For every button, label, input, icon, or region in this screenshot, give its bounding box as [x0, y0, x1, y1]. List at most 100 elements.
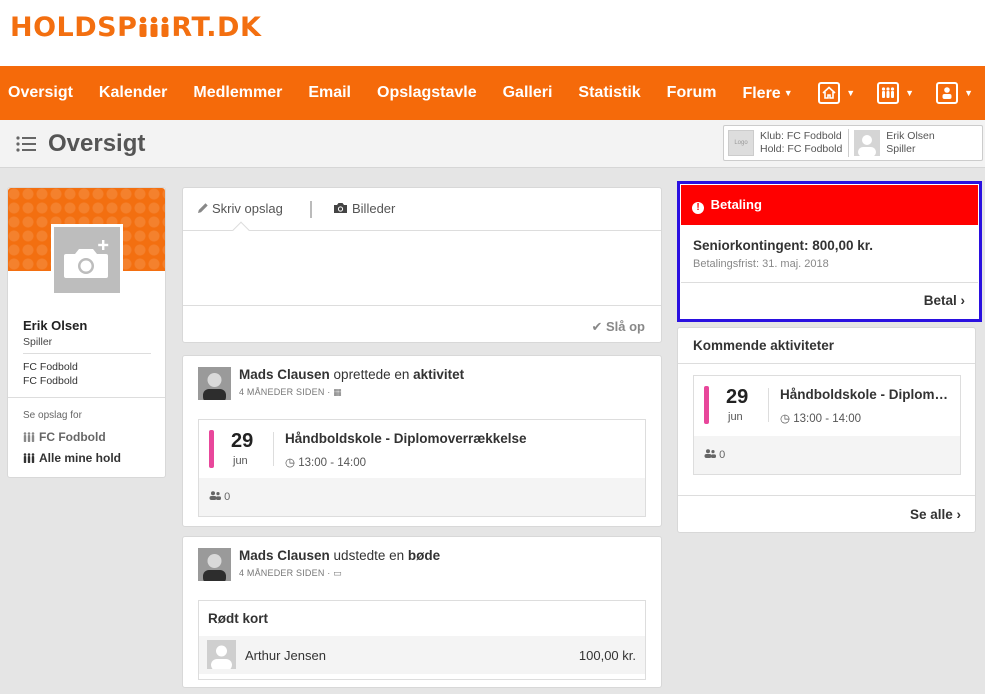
club-line: Klub: FC Fodbold: [760, 130, 842, 142]
upcoming-activity-item[interactable]: 29 jun Håndboldskole - Diplomo... ◷ 13:0…: [693, 375, 961, 475]
author-name[interactable]: Mads Clausen: [239, 367, 330, 382]
nav-item-flere[interactable]: Flere ▼: [729, 66, 805, 120]
feed-object[interactable]: bøde: [408, 548, 440, 563]
divider: [768, 388, 769, 422]
user-menu-button[interactable]: ▼: [936, 82, 973, 104]
tab-images[interactable]: Billeder: [333, 201, 395, 216]
top-bar: HOLDSP RT.DK: [0, 0, 985, 66]
payment-card: ! Betaling Seniorkontingent: 800,00 kr. …: [677, 181, 982, 322]
profile-photo-upload[interactable]: [51, 224, 123, 296]
nav-item-email[interactable]: Email: [295, 66, 364, 120]
feed-meta: 4 MÅNEDER SIDEN · ▦: [239, 387, 342, 397]
page-header: Oversigt Logo Klub: FC Fodbold Hold: FC …: [0, 120, 985, 168]
context-user-name: Erik Olsen: [886, 130, 935, 142]
fined-person-name: Arthur Jensen: [245, 648, 326, 663]
author-avatar[interactable]: [198, 548, 231, 581]
people-icon: [704, 449, 716, 458]
divider: [23, 353, 151, 354]
profile-club: FC Fodbold: [23, 361, 78, 373]
logo-text-start: HOLDSP: [10, 12, 138, 43]
activity-box[interactable]: 29 jun Håndboldskole - Diplomoverrækkels…: [198, 419, 646, 517]
people-icon: [209, 491, 221, 500]
fine-row: Arthur Jensen 100,00 kr.: [199, 636, 645, 674]
payment-header: ! Betaling: [681, 185, 978, 225]
see-all-label: Se alle: [909, 507, 953, 522]
activity-color-bar: [209, 430, 214, 468]
tab-divider: [310, 201, 312, 218]
participants-count: 0: [209, 491, 230, 503]
context-user-info: Erik Olsen Spiller: [886, 130, 934, 156]
author-name[interactable]: Mads Clausen: [239, 548, 330, 563]
activity-color-bar: [704, 386, 709, 424]
nav-item-statistik[interactable]: Statistik: [565, 66, 653, 120]
main-nav: Oversigt Kalender Medlemmer Email Opslag…: [0, 66, 985, 120]
feed-title: Mads Clausen oprettede en aktivitet: [239, 367, 464, 382]
camera-add-icon: [64, 240, 109, 278]
tab-images-label: Billeder: [352, 201, 396, 216]
post-textarea[interactable]: [183, 231, 661, 305]
feed-object[interactable]: aktivitet: [413, 367, 464, 382]
fine-title: Rødt kort: [208, 611, 268, 626]
nav-right-icons: ▼ ▼ ▼: [796, 66, 973, 120]
holdsport-logo[interactable]: HOLDSP RT.DK: [10, 12, 261, 43]
nav-item-opslagstavle[interactable]: Opslagstavle: [364, 66, 490, 120]
team-menu-button[interactable]: ▼: [877, 82, 914, 104]
feed-item-fine: Mads Clausen udstedte en bøde 4 MÅNEDER …: [182, 536, 662, 688]
check-icon: ✔: [591, 319, 603, 334]
tab-write-label: Skriv opslag: [212, 201, 283, 216]
author-avatar[interactable]: [198, 367, 231, 400]
participants-value: 0: [719, 449, 726, 461]
context-user-role: Spiller: [886, 143, 916, 155]
activity-footer: 0: [694, 436, 960, 474]
nav-item-galleri[interactable]: Galleri: [490, 66, 566, 120]
payment-due-date: Betalingsfrist: 31. maj. 2018: [693, 258, 829, 270]
activity-time-label: 13:00 - 14:00: [298, 457, 367, 469]
nav-item-kalender[interactable]: Kalender: [86, 66, 180, 120]
upcoming-header: Kommende aktiviteter: [693, 338, 835, 353]
participants-value: 0: [224, 491, 231, 503]
feed-time: 4 MÅNEDER SIDEN: [239, 387, 325, 397]
post-button-label: Slå op: [605, 319, 645, 334]
club-logo: Logo: [728, 130, 754, 156]
feed-meta: 4 MÅNEDER SIDEN · ▭: [239, 568, 342, 578]
profile-name: Erik Olsen: [23, 318, 88, 333]
feed-action: udstedte en: [333, 548, 405, 563]
page-title: Oversigt: [48, 130, 146, 157]
profile-team: FC Fodbold: [23, 375, 78, 387]
activity-month: jun: [728, 411, 743, 423]
upcoming-activities-card: Kommende aktiviteter 29 jun Håndboldskol…: [677, 327, 976, 533]
pencil-icon: [198, 203, 208, 213]
pay-button[interactable]: Betal ›: [924, 293, 965, 308]
post-button[interactable]: ✔ Slå op: [591, 319, 645, 335]
fine-box[interactable]: Rødt kort Arthur Jensen 100,00 kr.: [198, 600, 646, 680]
nav-item-medlemmer[interactable]: Medlemmer: [180, 66, 295, 120]
tab-write-post[interactable]: Skriv opslag: [197, 201, 283, 216]
context-switcher[interactable]: Logo Klub: FC Fodbold Hold: FC Fodbold E…: [723, 125, 983, 161]
nav-item-forum[interactable]: Forum: [654, 66, 730, 120]
see-all-button[interactable]: Se alle ›: [910, 507, 961, 522]
nav-flere-label: Flere: [742, 85, 781, 102]
home-menu-button[interactable]: ▼: [818, 82, 855, 104]
feed-time: 4 MÅNEDER SIDEN: [239, 568, 325, 578]
team-icon: [23, 453, 35, 463]
divider: [8, 397, 165, 398]
activity-footer: 0: [199, 478, 645, 516]
money-icon: ▭: [333, 568, 342, 578]
payment-title: Seniorkontingent: 800,00 kr.: [693, 238, 874, 253]
filter-all-teams-link[interactable]: Alle mine hold: [23, 451, 121, 465]
divider: [273, 432, 274, 466]
activity-title: Håndboldskole - Diplomoverrækkelse: [285, 431, 527, 446]
user-avatar-placeholder-icon: [854, 130, 881, 156]
filter-all-label: Alle mine hold: [39, 451, 122, 465]
filter-club-link[interactable]: FC Fodbold: [23, 430, 106, 444]
fined-person-avatar-icon: [207, 640, 236, 669]
payment-body: Seniorkontingent: 800,00 kr. Betalingsfr…: [681, 225, 978, 283]
activity-title: Håndboldskole - Diplomo...: [780, 387, 952, 402]
activity-month: jun: [233, 455, 248, 467]
nav-item-oversigt[interactable]: Oversigt: [0, 66, 86, 120]
see-posts-label: Se opslag for: [23, 410, 82, 421]
payment-header-label: Betaling: [710, 197, 762, 212]
caret-down-icon: ▼: [846, 88, 856, 98]
participants-count: 0: [704, 449, 725, 461]
club-team-info: Klub: FC Fodbold Hold: FC Fodbold: [760, 130, 842, 156]
